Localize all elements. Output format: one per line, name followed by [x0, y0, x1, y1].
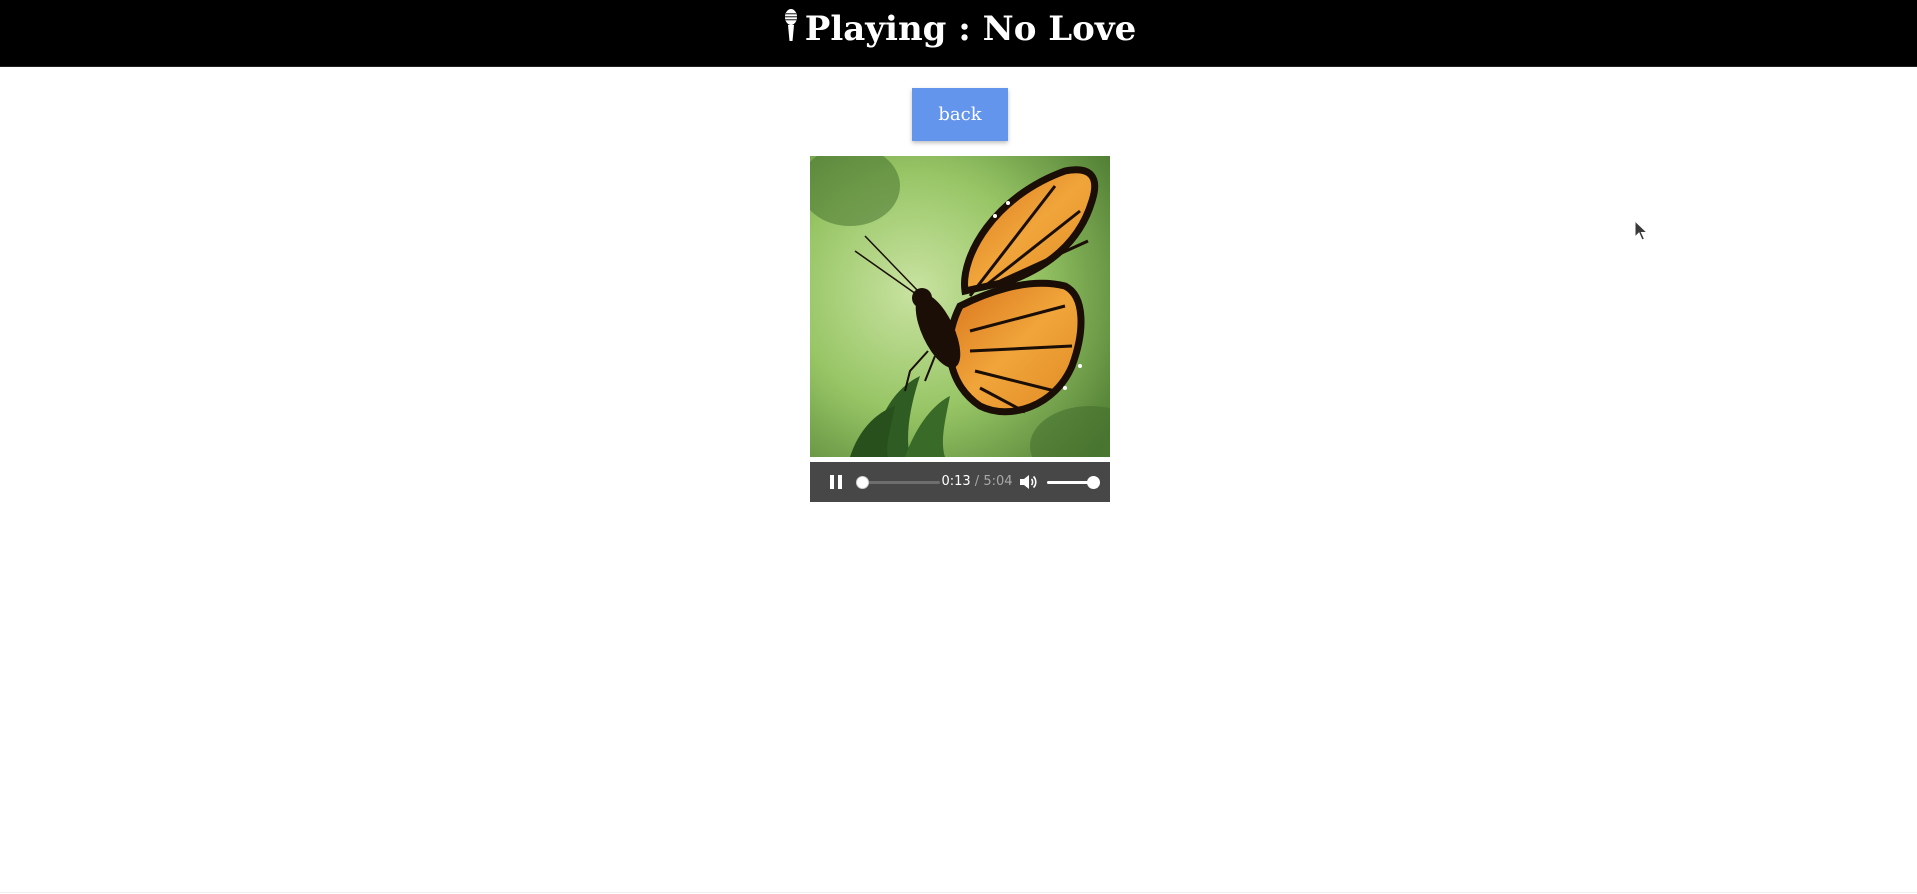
volume-slider[interactable]	[1047, 476, 1100, 489]
pause-icon[interactable]	[826, 472, 846, 492]
back-button[interactable]: back	[912, 88, 1008, 141]
current-time: 0:13	[941, 474, 971, 489]
mouse-cursor-icon	[1634, 220, 1648, 241]
total-time: 5:04	[983, 474, 1013, 489]
time-display: 0:13 / 5:04	[940, 474, 1014, 490]
volume-thumb[interactable]	[1087, 476, 1100, 489]
seek-thumb[interactable]	[855, 476, 869, 489]
page-bottom-divider	[0, 892, 1917, 893]
seek-slider[interactable]	[855, 476, 940, 489]
album-cover	[810, 156, 1110, 457]
page-title-wrap: Playing : No Love	[0, 8, 1917, 50]
volume-icon[interactable]	[1018, 473, 1038, 491]
page-title: Playing : No Love	[804, 9, 1137, 49]
audio-player: 0:13 / 5:04	[810, 462, 1110, 502]
butterfly-artwork	[810, 156, 1110, 457]
top-bar: Playing : No Love	[0, 0, 1917, 67]
time-separator: /	[970, 474, 984, 489]
microphone-icon	[784, 9, 797, 41]
